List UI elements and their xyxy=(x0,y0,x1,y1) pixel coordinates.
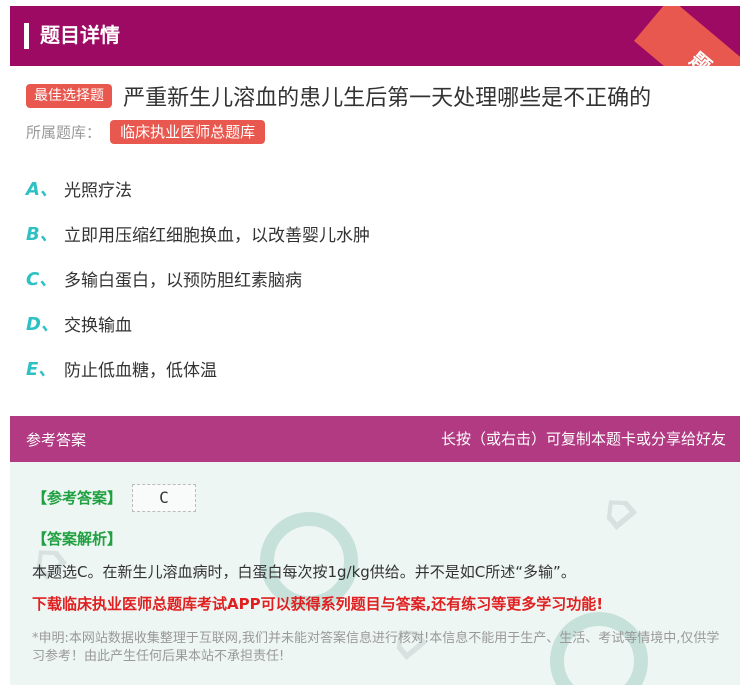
answer-value: C xyxy=(132,484,196,512)
disclaimer-text: *申明:本网站数据收集整理于互联网,我们并未能对答案信息进行核对!本信息不能用于… xyxy=(32,631,720,664)
option-letter: C、 xyxy=(26,269,58,290)
corner-ribbon: 题卡 xyxy=(634,6,740,66)
option-letter: B、 xyxy=(26,224,58,245)
option-text: 防止低血糖，低体温 xyxy=(64,360,217,381)
answer-header-title: 参考答案 xyxy=(26,431,87,449)
question-type-badge: 最佳选择题 xyxy=(26,84,112,108)
option-text: 多输白蛋白，以预防胆红素脑病 xyxy=(64,270,302,291)
answer-header[interactable]: 参考答案 长按（或右击）可复制本题卡或分享给好友 xyxy=(10,416,740,462)
option-letter: A、 xyxy=(26,179,58,200)
option-a[interactable]: A、 光照疗法 xyxy=(26,175,132,201)
option-d[interactable]: D、 交换输血 xyxy=(26,310,132,336)
analysis-label: 【答案解析】 xyxy=(32,530,123,548)
page-title: 题目详情 xyxy=(40,23,120,47)
option-letter: E、 xyxy=(26,359,57,380)
share-hint: 长按（或右击）可复制本题卡或分享给好友 xyxy=(440,430,726,448)
question-bank-link[interactable]: 临床执业医师总题库 xyxy=(110,120,266,144)
question-row: 最佳选择题 严重新生儿溶血的患儿生后第一天处理哪些是不正确的 xyxy=(26,80,740,111)
answer-label: 【参考答案】 xyxy=(32,489,123,507)
option-letter: D、 xyxy=(26,314,59,335)
page-header: 题目详情 题卡 xyxy=(10,6,740,66)
watermark-glyph: ⌂ xyxy=(586,477,647,541)
header-accent-bar xyxy=(24,23,29,49)
question-bank-label: 所属题库： xyxy=(26,123,102,142)
option-e[interactable]: E、 防止低血糖，低体温 xyxy=(26,355,217,381)
question-bank-row: 所属题库： 临床执业医师总题库 xyxy=(26,120,266,146)
option-b[interactable]: B、 立即用压缩红细胞换血，以改善婴儿水肿 xyxy=(26,220,370,246)
answer-panel: ⌂ ⌂ ⌂ 【参考答案】 C 【答案解析】 本题选C。在新生儿溶血病时，白蛋白每… xyxy=(10,462,740,685)
app-download-link[interactable]: 下载临床执业医师总题库考试APP可以获得系列题目与答案,还有练习等更多学习功能! xyxy=(32,593,603,614)
option-text: 交换输血 xyxy=(64,315,132,336)
option-text: 立即用压缩红细胞换血，以改善婴儿水肿 xyxy=(64,225,370,246)
option-c[interactable]: C、 多输白蛋白，以预防胆红素脑病 xyxy=(26,265,302,291)
analysis-text: 本题选C。在新生儿溶血病时，白蛋白每次按1g/kg供给。并不是如C所述“多输”。 xyxy=(32,563,576,581)
question-text: 严重新生儿溶血的患儿生后第一天处理哪些是不正确的 xyxy=(123,86,652,111)
ribbon-label: 题卡 xyxy=(662,24,734,66)
option-text: 光照疗法 xyxy=(64,180,132,201)
